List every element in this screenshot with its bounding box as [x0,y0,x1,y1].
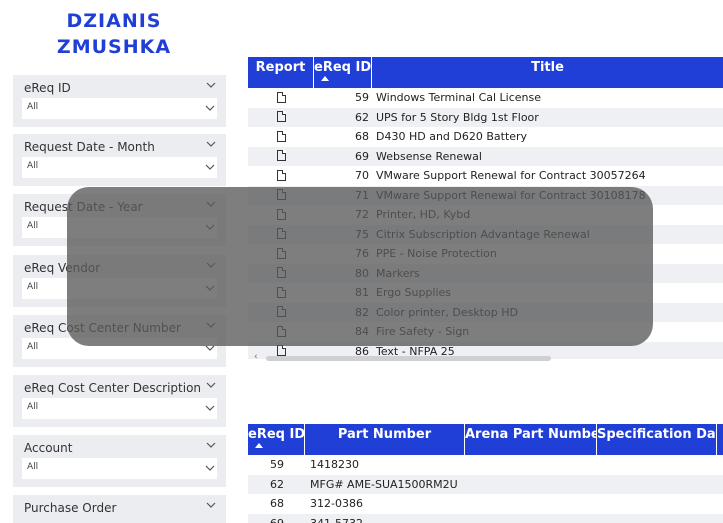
column-header-ereq-id[interactable]: eReq ID [248,424,305,455]
chevron-down-icon[interactable] [206,139,216,149]
brand-logo: DZIANIS ZMUSHKA [48,8,180,60]
slicer-label: eReq ID [24,81,71,95]
ereq-id-cell: 59 [270,458,284,472]
part-number-cell: 341-5732 [305,517,465,523]
column-header-ereq-id[interactable]: eReq ID [314,57,372,88]
ereq-id-cell: 62 [355,110,369,124]
table-row[interactable]: 68 D430 HD and D620 Battery [248,127,723,147]
table-row[interactable]: 59 Windows Terminal Cal License [248,88,723,108]
slicer-label: Account [24,441,73,455]
title-cell: Websense Renewal [376,149,482,163]
table-header: eReq ID Part Number Arena Part Number Sp… [248,424,723,455]
document-icon[interactable] [276,150,286,162]
table-row[interactable]: 68 312-0386 [248,494,723,514]
column-header-part-number[interactable]: Part Number [305,424,465,455]
part-number-cell: 1418230 [310,458,359,472]
document-icon[interactable] [276,111,286,123]
title-cell: VMware Support Renewal for Contract 3005… [376,169,646,183]
brand-line-1: DZIANIS [66,10,162,32]
table-row[interactable]: 69 Websense Renewal [248,146,723,166]
slicer-dropdown[interactable]: All [22,157,217,178]
table-body: 59 1418230 62 MFG# AME-SUA1500RM2U 68 312-038… [248,455,723,523]
sort-ascending-icon [321,76,329,81]
title-cell: D430 HD and D620 Battery [376,130,528,144]
part-number-cell: MFG# AME-SUA1500RM2U [310,477,458,491]
slicer-request-month: Request Date - Month All [13,134,226,186]
column-header-report[interactable]: Report [248,57,314,88]
table-header: Report eReq ID Title [248,57,723,88]
table-row[interactable]: 70 VMware Support Renewal for Contract 30… [248,166,723,186]
document-icon[interactable] [276,91,286,103]
slicer-label: Purchase Order [24,501,117,515]
column-header-specification-date[interactable]: Specification Date [597,424,717,455]
slicer-dropdown[interactable]: All [22,98,217,119]
scroll-left-icon[interactable]: ‹ [254,352,258,362]
ereq-id-cell: 68 [355,130,369,144]
ereq-id-cell: 62 [270,477,284,491]
slicer-value: All [27,462,39,472]
column-header-label: eReq ID [248,427,305,442]
slicer-value: All [27,282,39,292]
ereq-id-cell: 59 [355,91,369,105]
chevron-down-icon [205,164,215,170]
ereq-id-cell: 69 [355,149,369,163]
document-icon[interactable] [276,169,286,181]
chevron-down-icon[interactable] [206,500,216,510]
slicer-dropdown[interactable]: All [22,458,217,479]
chevron-down-icon[interactable] [206,380,216,390]
slicer-label: Request Date - Month [24,140,155,154]
column-header-arena-part-number[interactable]: Arena Part Number [465,424,597,455]
slicer-purchase-order: Purchase Order [13,495,226,523]
table-row[interactable]: 62 MFG# AME-SUA1500RM2U [248,474,723,494]
loading-overlay [67,187,653,346]
title-cell: UPS for 5 Story Bldg 1st Floor [376,110,539,124]
report-cell[interactable] [248,129,314,145]
sort-ascending-icon [255,443,263,448]
slicer-account: Account All [13,435,226,487]
report-cell[interactable] [248,90,314,106]
slicer-label: eReq Cost Center Description [24,381,202,395]
chevron-down-icon[interactable] [206,80,216,90]
scrollbar-thumb[interactable] [266,356,551,361]
report-cell[interactable] [248,148,314,164]
part-number-cell: 312-0386 [310,497,363,511]
table-row[interactable]: 69341-5732 [248,513,723,523]
table-row[interactable]: 59 1418230 [248,455,723,475]
slicer-dropdown[interactable]: All [22,398,217,419]
chevron-down-icon [205,465,215,471]
report-cell[interactable] [248,109,314,125]
slicer-value: All [27,102,39,112]
title-cell: Windows Terminal Cal License [376,91,542,105]
parts-table: eReq ID Part Number Arena Part Number Sp… [248,424,723,523]
column-header-label: eReq ID [314,60,372,75]
column-header-more[interactable] [717,424,723,455]
table-row[interactable]: 62 UPS for 5 Story Bldg 1st Floor [248,107,723,127]
chevron-down-icon [205,105,215,111]
ereq-id-cell: 69 [248,517,305,523]
slicer-value: All [27,342,39,352]
slicer-value: All [27,402,39,412]
chevron-down-icon [205,405,215,411]
slicer-value: All [27,161,39,171]
brand-line-2: ZMUSHKA [56,36,172,58]
slicer-cost-center-description: eReq Cost Center Description All [13,375,226,427]
ereq-id-cell: 68 [270,497,284,511]
ereq-id-cell: 70 [355,169,369,183]
report-cell[interactable] [248,168,314,184]
document-icon[interactable] [276,130,286,142]
column-header-title[interactable]: Title [372,57,723,88]
horizontal-scrollbar[interactable]: ‹ [254,352,554,362]
slicer-value: All [27,221,39,231]
document-icon[interactable] [276,345,286,357]
chevron-down-icon[interactable] [206,440,216,450]
slicer-ereq-id: eReq ID All [13,75,226,127]
